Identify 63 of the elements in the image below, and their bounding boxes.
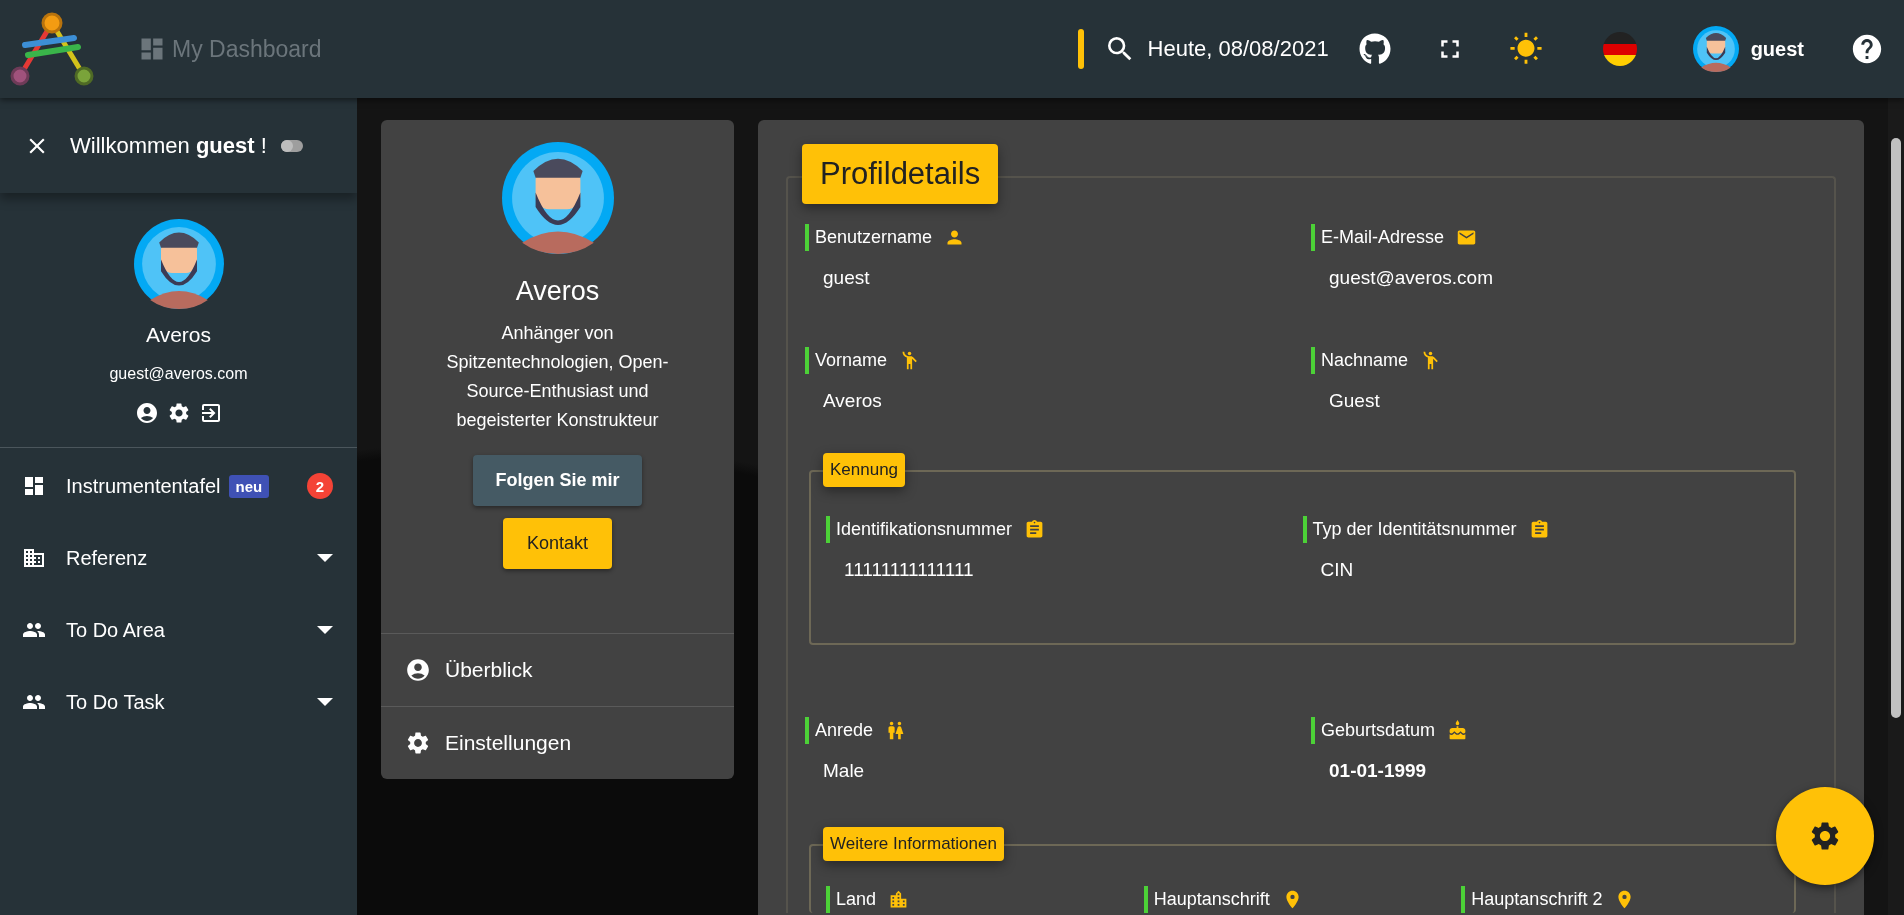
field-value: Averos: [823, 390, 883, 412]
user-name: Averos: [146, 323, 211, 347]
field-label: Anrede: [815, 720, 874, 741]
menu-item[interactable]: To Do Area: [0, 594, 357, 666]
contact-button[interactable]: Kontakt: [502, 518, 612, 569]
field-value: 11111111111111: [844, 559, 975, 581]
field-label: Hauptanschrift: [1153, 889, 1270, 910]
menu-label: Instrumententafel: [66, 474, 221, 498]
scrollbar[interactable]: [1888, 98, 1904, 915]
github-icon[interactable]: [1358, 33, 1391, 65]
building-icon: [22, 546, 46, 570]
profile-name: Averos: [515, 276, 600, 307]
card-link[interactable]: Einstellungen: [381, 706, 734, 779]
help-icon[interactable]: [1850, 32, 1884, 66]
field-label: Benutzername: [815, 227, 933, 248]
welcome-text: Willkommen guest !: [70, 132, 267, 159]
settings-icon: [405, 730, 431, 756]
field-value: guest: [823, 267, 871, 289]
profile-bio: Anhänger von Spitzentechnologien, Open-Source-Enthusiast und begeisterter Konstrukteur: [445, 322, 670, 432]
date-text: Heute, 08/08/2021: [1147, 36, 1329, 62]
field-value: guest@averos.com: [1329, 267, 1494, 289]
field-label: Identifikationsnummer: [836, 519, 1013, 540]
field-label: Geburtsdatum: [1321, 720, 1436, 741]
field-value: Male: [823, 760, 866, 782]
field-label: Hauptanschrift 2: [1471, 889, 1603, 910]
field-label: Land: [836, 889, 877, 910]
field-label: Vorname: [815, 350, 888, 371]
dashboard-icon: [22, 474, 46, 498]
toggle-switch[interactable]: [280, 139, 303, 152]
profile-icon: [405, 657, 431, 683]
menu-item[interactable]: Referenz: [0, 522, 357, 594]
caret-icon: [317, 698, 333, 706]
link-label: Überblick: [445, 658, 533, 682]
field-value: 01-01-1999: [1329, 760, 1428, 782]
menu-label: Referenz: [66, 546, 148, 570]
menu-item[interactable]: To Do Task: [0, 666, 357, 738]
menu-label: To Do Area: [66, 618, 165, 642]
menu-item[interactable]: Instrumententafel neu 2: [0, 450, 357, 522]
avatar-icon: [501, 142, 614, 254]
sun-icon[interactable]: [1508, 32, 1543, 66]
user-email: guest@averos.com: [109, 365, 248, 383]
profile-icon[interactable]: [134, 401, 159, 425]
field-value: Guest: [1329, 390, 1381, 412]
flag-icon[interactable]: [1602, 32, 1637, 66]
field-value: CIN: [1320, 559, 1355, 581]
count-badge: 2: [307, 473, 333, 499]
card-link[interactable]: Überblick: [381, 633, 734, 706]
section-title: Profildetails: [802, 144, 999, 204]
new-badge: neu: [228, 474, 270, 498]
menu-label: To Do Task: [66, 690, 165, 714]
title-text: My Dashboard: [172, 35, 322, 63]
avatar-icon: [1692, 26, 1739, 72]
caret-icon: [317, 554, 333, 562]
field-label: Typ der Identitätsnummer: [1312, 519, 1517, 540]
avatar-icon: [133, 219, 224, 309]
section-title: Kennung: [823, 453, 906, 487]
link-label: Einstellungen: [445, 731, 572, 755]
field-label: E-Mail-Adresse: [1321, 227, 1445, 248]
caret-icon: [317, 626, 333, 634]
follow-button[interactable]: Folgen Sie mir: [473, 455, 642, 506]
user-menu[interactable]: guest: [1692, 26, 1804, 72]
field-label: Nachname: [1321, 350, 1409, 371]
section-title: Weitere Informationen: [823, 827, 1004, 861]
